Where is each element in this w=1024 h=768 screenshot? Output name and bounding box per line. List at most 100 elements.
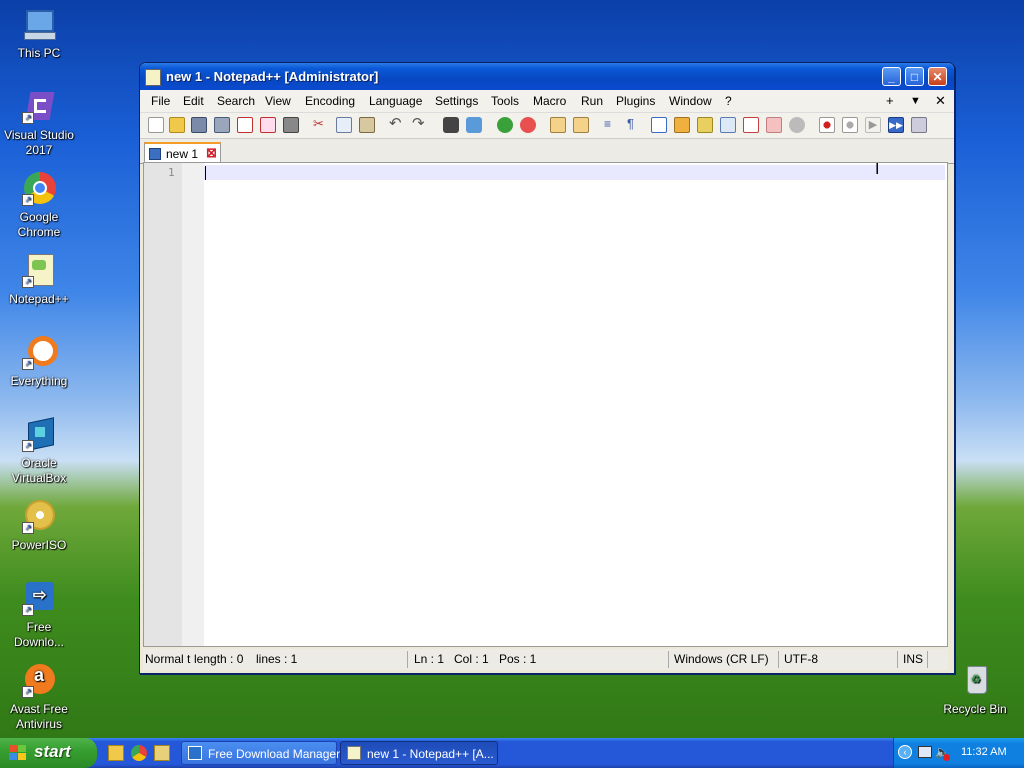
desktop-icon-everything[interactable]: ↗ Everything	[1, 336, 77, 389]
print-icon[interactable]	[283, 117, 299, 133]
desktop-icon-google-chrome[interactable]: ↗ Google Chrome	[1, 172, 77, 240]
title-bar[interactable]: new 1 - Notepad++ [Administrator] _ □ ✕	[140, 63, 954, 90]
desktop-icon-label: Free Downlo...	[13, 620, 65, 649]
sync-vertical-icon[interactable]	[550, 117, 566, 133]
udl-icon[interactable]	[674, 117, 690, 133]
paste-icon[interactable]	[359, 117, 375, 133]
menu-edit[interactable]: Edit	[183, 94, 204, 108]
indent-guide-icon[interactable]	[651, 117, 667, 133]
minimize-button[interactable]: _	[882, 67, 901, 86]
computer-icon	[22, 8, 56, 42]
desktop-icon-virtualbox[interactable]: ↗ Oracle VirtualBox	[1, 417, 77, 486]
recycle-bin-icon: ♻	[958, 664, 992, 698]
system-tray: ‹ 🔈 11:32 AM	[893, 738, 1024, 768]
taskbar-button-notepadpp[interactable]: new 1 - Notepad++ [A...	[340, 741, 498, 765]
new-tab-button[interactable]: +	[886, 93, 894, 108]
maximize-button[interactable]: □	[905, 67, 924, 86]
status-separator	[407, 651, 408, 668]
function-list-icon[interactable]	[720, 117, 736, 133]
desktop-icon-this-pc[interactable]: This PC	[1, 8, 77, 61]
chrome-icon: ↗	[22, 172, 56, 206]
doc-switcher-icon[interactable]	[789, 117, 805, 133]
open-file-icon[interactable]	[169, 117, 185, 133]
menu-run[interactable]: Run	[581, 94, 603, 108]
status-language: Normal t	[145, 652, 191, 666]
file-explorer-icon[interactable]	[108, 745, 124, 761]
tab-label: new 1	[166, 147, 199, 161]
folder-icon[interactable]	[154, 745, 170, 761]
save-state-icon	[149, 148, 161, 160]
menu-view[interactable]: View	[265, 94, 291, 108]
free-download-manager-icon: ⇨ ↗	[22, 582, 56, 616]
macro-play-icon[interactable]: ▶	[865, 117, 881, 133]
menu-search[interactable]: Search	[217, 94, 255, 108]
tab-new-1[interactable]: new 1 ⊠	[144, 142, 221, 163]
word-wrap-icon[interactable]: ≡	[604, 117, 620, 133]
status-separator	[927, 651, 928, 668]
tray-expand-icon[interactable]: ‹	[898, 745, 912, 759]
doc-map-icon[interactable]	[697, 117, 713, 133]
desktop-icon-label: Recycle Bin	[943, 702, 1007, 716]
copy-icon[interactable]	[336, 117, 352, 133]
new-file-icon[interactable]	[148, 117, 164, 133]
cut-icon[interactable]: ✂	[313, 117, 329, 133]
window-title: new 1 - Notepad++ [Administrator]	[166, 69, 379, 84]
sync-horizontal-icon[interactable]	[573, 117, 589, 133]
menu-language[interactable]: Language	[369, 94, 422, 108]
fold-margin	[182, 163, 204, 646]
notepadpp-window[interactable]: new 1 - Notepad++ [Administrator] _ □ ✕ …	[139, 62, 955, 674]
menu-file[interactable]: File	[151, 94, 170, 108]
macro-save-icon[interactable]	[911, 117, 927, 133]
menu-settings[interactable]: Settings	[435, 94, 478, 108]
show-all-chars-icon[interactable]: ¶	[627, 117, 643, 133]
chrome-icon[interactable]	[131, 745, 147, 761]
menu-encoding[interactable]: Encoding	[305, 94, 355, 108]
undo-icon[interactable]: ↶	[389, 116, 405, 133]
menu-macro[interactable]: Macro	[533, 94, 566, 108]
macro-run-multiple-icon[interactable]: ▶▶	[888, 117, 904, 133]
current-line-highlight	[204, 165, 945, 180]
desktop-icon-notepadpp[interactable]: ↗ Notepad++	[1, 254, 77, 307]
tab-list-dropdown[interactable]: ▼	[910, 95, 921, 107]
zoom-out-icon[interactable]	[520, 117, 536, 133]
taskbar-button-label: Free Download Manager	[208, 747, 341, 761]
macro-record-icon[interactable]	[819, 117, 835, 133]
menu-tools[interactable]: Tools	[491, 94, 519, 108]
save-icon[interactable]	[191, 117, 207, 133]
status-eol[interactable]: Windows (CR LF)	[674, 652, 769, 666]
network-icon[interactable]	[918, 746, 932, 758]
desktop-icon-avast[interactable]: a ↗ Avast Free Antivirus	[1, 664, 77, 732]
status-insert-mode: INS	[903, 652, 924, 666]
desktop-icon-label: Avast Free Antivirus	[10, 702, 68, 731]
redo-icon[interactable]: ↷	[412, 116, 428, 133]
monitoring-icon[interactable]	[766, 117, 782, 133]
desktop-icon-free-download-manager[interactable]: ⇨ ↗ Free Downlo...	[1, 582, 77, 650]
tab-close-icon[interactable]: ⊠	[206, 145, 217, 161]
close-button[interactable]: ✕	[928, 67, 947, 86]
replace-icon[interactable]	[466, 117, 482, 133]
menu-window[interactable]: Window	[669, 94, 712, 108]
clock[interactable]: 11:32 AM	[961, 746, 1007, 758]
taskbar-button-free-download-manager[interactable]: Free Download Manager	[181, 741, 341, 765]
macro-stop-icon[interactable]	[842, 117, 858, 133]
zoom-in-icon[interactable]	[497, 117, 513, 133]
desktop-icon-poweriso[interactable]: ↗ PowerISO	[1, 500, 77, 553]
close-all-icon[interactable]	[260, 117, 276, 133]
status-ln: Ln : 1	[414, 652, 445, 666]
virtualbox-icon: ↗	[22, 417, 56, 452]
save-all-icon[interactable]	[214, 117, 230, 133]
editor-area[interactable]: 1 I	[143, 161, 948, 647]
status-separator	[778, 651, 779, 668]
status-separator	[897, 651, 898, 668]
volume-muted-badge-icon	[943, 754, 950, 761]
menu-help[interactable]: ?	[725, 94, 732, 108]
menu-plugins[interactable]: Plugins	[616, 94, 655, 108]
desktop-icon-visual-studio[interactable]: ↗ Visual Studio 2017	[1, 90, 77, 158]
close-tab-button[interactable]: ✕	[935, 93, 946, 109]
folder-as-workspace-icon[interactable]	[743, 117, 759, 133]
find-icon[interactable]	[443, 117, 459, 133]
close-file-icon[interactable]	[237, 117, 253, 133]
start-button[interactable]: start	[0, 738, 97, 768]
free-download-manager-icon	[188, 746, 202, 760]
status-encoding[interactable]: UTF-8	[784, 652, 818, 666]
